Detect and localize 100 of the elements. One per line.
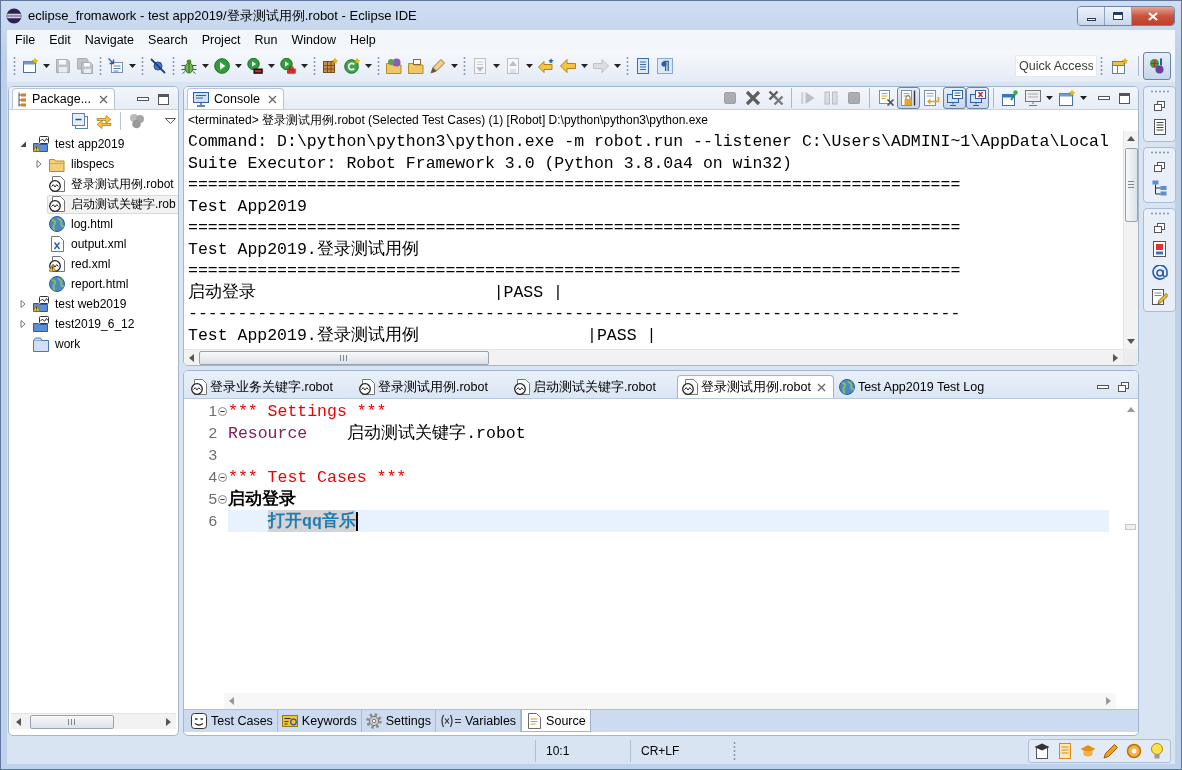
run-button[interactable]	[211, 55, 233, 77]
filter-icon[interactable]	[129, 113, 145, 129]
drag-handle[interactable]	[141, 56, 144, 76]
page-lines-icon[interactable]	[1151, 119, 1168, 135]
close-icon[interactable]	[99, 94, 109, 104]
menu-item[interactable]: Navigate	[77, 31, 142, 49]
show-stdout-button[interactable]	[943, 87, 966, 109]
scrollbar-thumb[interactable]	[199, 350, 489, 365]
at-sign-icon[interactable]	[1151, 265, 1168, 281]
vertical-scrollbar[interactable]	[1123, 131, 1138, 349]
menu-item[interactable]: Edit	[42, 31, 78, 49]
restore-icon[interactable]	[1154, 101, 1165, 111]
expand-arrow-icon[interactable]	[19, 140, 27, 148]
minimize-icon[interactable]	[137, 97, 149, 101]
outline-icon[interactable]	[1151, 180, 1168, 196]
external-tools-button[interactable]	[277, 55, 299, 77]
drag-handle[interactable]	[172, 56, 175, 76]
drag-handle[interactable]	[13, 56, 16, 76]
drag-handle[interactable]	[463, 56, 466, 76]
restore-icon[interactable]	[1118, 381, 1129, 392]
minimize-icon[interactable]	[1097, 384, 1109, 389]
drag-handle[interactable]	[626, 56, 629, 76]
up-arrow-icon[interactable]	[1127, 136, 1135, 141]
minimize-button[interactable]	[1078, 7, 1105, 25]
down-arrow-icon[interactable]	[1127, 339, 1135, 344]
menu-item[interactable]: Help	[342, 31, 383, 49]
tree-item[interactable]: libspecs	[47, 154, 118, 174]
tree-item[interactable]: test app2019	[31, 134, 128, 154]
tree-item[interactable]: 启动测试关键字.rob	[47, 194, 178, 214]
pencil-icon[interactable]	[1103, 743, 1119, 759]
page-tab[interactable]: Keywords	[277, 710, 362, 732]
maximize-icon[interactable]	[158, 93, 169, 105]
page-tab[interactable]: Source	[521, 710, 591, 732]
tree-item[interactable]: output.xml	[47, 234, 130, 254]
drag-handle[interactable]	[1149, 90, 1170, 93]
scroll-lock-button[interactable]	[897, 87, 920, 109]
right-arrow-icon[interactable]	[166, 717, 171, 726]
robot-perspective-button[interactable]	[1143, 52, 1171, 80]
fold-toggle-icon[interactable]	[218, 494, 227, 504]
drag-handle[interactable]	[1149, 212, 1170, 215]
close-icon[interactable]	[816, 382, 826, 392]
scrollbar-thumb[interactable]	[30, 714, 114, 729]
editor-tab[interactable]: 登录测试用例.robot	[353, 375, 509, 398]
left-arrow-icon[interactable]	[189, 353, 194, 362]
scrollbar-thumb[interactable]	[1124, 148, 1138, 222]
ruler-marker[interactable]	[1125, 524, 1136, 530]
show-stderr-button[interactable]	[966, 87, 989, 109]
menu-item[interactable]: Run	[247, 31, 285, 49]
drag-handle[interactable]	[99, 56, 102, 76]
close-button[interactable]	[1132, 7, 1174, 25]
menu-item[interactable]: File	[8, 31, 43, 49]
page-tab[interactable]: Settings	[361, 710, 436, 732]
ring-icon[interactable]	[1126, 743, 1142, 759]
tree-item[interactable]: 登录测试用例.robot	[47, 174, 177, 194]
editor-tab[interactable]: 登录业务关键字.robot	[186, 375, 354, 398]
restore-icon[interactable]	[1154, 162, 1165, 172]
tree-item[interactable]: report.html	[47, 274, 132, 294]
page-cap-icon[interactable]	[1034, 743, 1050, 759]
tree-item[interactable]: red.xml	[47, 254, 114, 274]
drag-handle[interactable]	[1149, 151, 1170, 154]
fold-toggle-icon[interactable]	[218, 472, 227, 482]
horizontal-scrollbar[interactable]	[184, 349, 1123, 365]
editor-tab[interactable]: 启动测试关键字.robot	[508, 375, 677, 398]
pilcrow-button[interactable]	[654, 55, 676, 77]
up-arrow-icon[interactable]	[1126, 407, 1135, 412]
view-tab[interactable]: Package...	[12, 88, 116, 109]
maximize-button[interactable]	[1105, 7, 1132, 25]
minimize-icon[interactable]	[1098, 96, 1110, 100]
new-class-button[interactable]	[341, 55, 363, 77]
tree-view-icon	[18, 91, 27, 107]
left-arrow-icon[interactable]	[16, 717, 21, 726]
page-marker-icon[interactable]	[1151, 241, 1168, 257]
drag-handle[interactable]	[313, 56, 316, 76]
horizontal-scrollbar[interactable]	[11, 713, 176, 729]
drag-handle[interactable]	[377, 56, 380, 76]
drag-handle[interactable]	[1100, 56, 1103, 76]
page-pencil-icon[interactable]	[1151, 289, 1168, 305]
view-tab[interactable]: Console	[187, 88, 284, 109]
menu-item[interactable]: Search	[141, 31, 195, 49]
view-menu-icon[interactable]	[165, 118, 176, 124]
tree-item[interactable]: test2019_6_12	[31, 314, 138, 334]
menu-item[interactable]: Project	[194, 31, 248, 49]
collapse-all-icon[interactable]	[72, 113, 88, 129]
tree-item[interactable]: work	[31, 334, 84, 354]
tree-item[interactable]: log.html	[47, 214, 117, 234]
menu-item[interactable]: Window	[284, 31, 343, 49]
restore-icon[interactable]	[1154, 223, 1165, 233]
editor-tab[interactable]: 登录测试用例.robot	[676, 375, 834, 398]
tree-item[interactable]: test web2019	[31, 294, 130, 314]
maximize-icon[interactable]	[1119, 92, 1130, 104]
drag-handle[interactable]	[733, 741, 736, 761]
test-case-icon	[191, 713, 207, 729]
coverage-button[interactable]	[244, 55, 266, 77]
close-icon[interactable]	[267, 94, 277, 104]
link-arrows-icon[interactable]	[96, 113, 112, 129]
page-tab[interactable]: Test Cases	[187, 710, 278, 732]
right-arrow-icon[interactable]	[1113, 353, 1118, 362]
editor-tab[interactable]: Test App2019 Test Log	[833, 375, 1006, 398]
fold-toggle-icon[interactable]	[218, 406, 227, 416]
quick-access-field[interactable]: Quick Access	[1015, 55, 1097, 77]
